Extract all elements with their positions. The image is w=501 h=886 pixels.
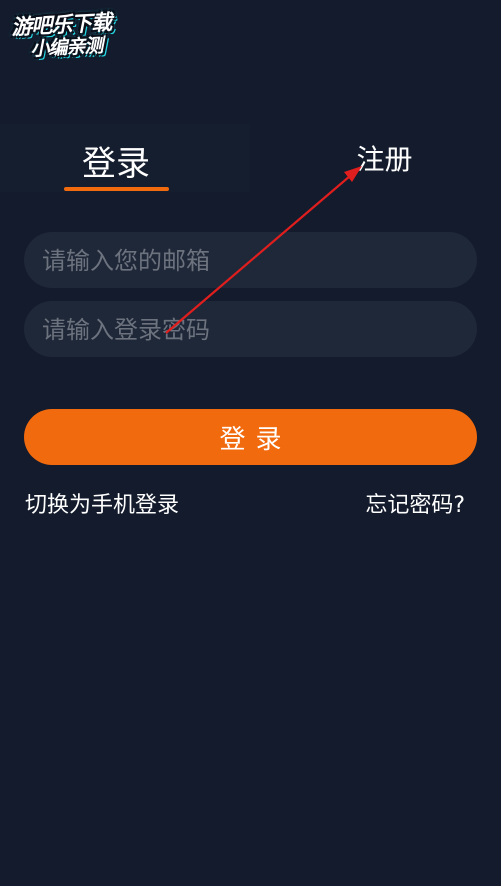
tab-login[interactable]: 登录 bbox=[0, 124, 250, 192]
email-input[interactable] bbox=[40, 232, 481, 290]
email-field bbox=[24, 232, 481, 290]
forgot-password-link[interactable]: 忘记密码? bbox=[365, 487, 465, 519]
auth-tabs: 登录 注册 bbox=[0, 124, 501, 192]
active-tab-indicator bbox=[64, 187, 169, 191]
password-input[interactable] bbox=[40, 301, 481, 359]
switch-to-phone-login-link[interactable]: 切换为手机登录 bbox=[25, 487, 179, 519]
tab-register-label: 注册 bbox=[356, 143, 413, 176]
tab-register[interactable]: 注册 bbox=[268, 124, 501, 192]
watermark-line-2: 小编亲测 bbox=[29, 34, 103, 61]
login-button[interactable]: 登录 bbox=[24, 409, 477, 465]
watermark-logo: 游吧乐下载 小编亲测 bbox=[7, 8, 150, 71]
login-screen: 游吧乐下载 小编亲测 登录 注册 登录 切换为手机登录 忘记密码? bbox=[0, 0, 501, 886]
password-field bbox=[24, 301, 481, 359]
tab-login-label: 登录 bbox=[82, 144, 150, 184]
